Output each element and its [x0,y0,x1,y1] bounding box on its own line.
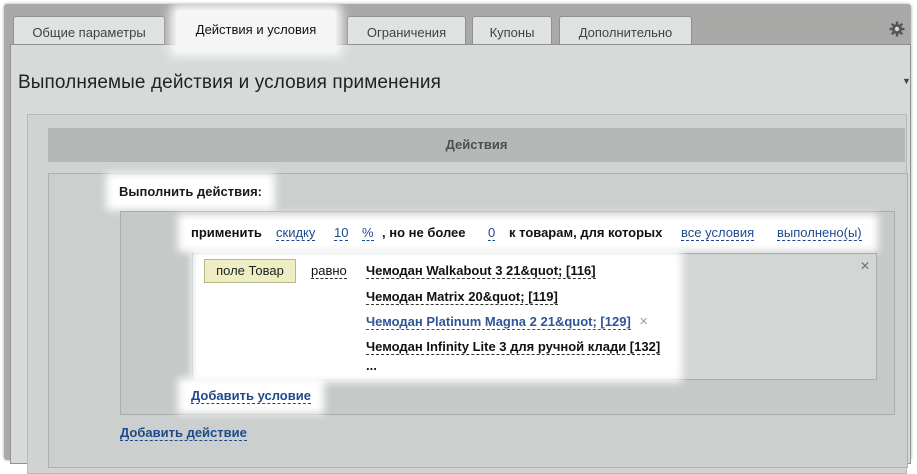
condition-operator-link[interactable]: равно [311,263,347,279]
rule-max-value-link[interactable]: 0 [488,225,496,241]
condition-value-item-highlighted[interactable]: Чемодан Platinum Magna 2 21&quot; [129] [366,314,631,330]
rule-scope-link[interactable]: все условия [681,225,755,241]
rule-apply-text: применить [191,225,262,240]
section-header-actions: Действия [48,128,905,162]
tab-bar: Общие параметры Действия и условия Огран… [4,4,911,50]
run-actions-label: Выполнить действия: [113,180,268,203]
gear-icon[interactable] [889,21,905,37]
rule-max-text: , но не более [382,225,466,240]
action-rule-line: применить скидку 10 % , но не более 0 к … [185,221,871,245]
rule-value-link[interactable]: 10 [334,225,349,241]
panel-title: Выполняемые действия и условия применени… [18,72,441,93]
add-condition-link[interactable]: Добавить условие [191,388,311,404]
remove-value-icon[interactable]: ✕ [639,315,648,328]
rule-type-link[interactable]: скидку [276,225,316,241]
condition-more-link[interactable]: ... [366,358,377,373]
tab-actions-conditions[interactable]: Действия и условия [176,10,336,50]
close-icon[interactable]: ✕ [860,259,870,273]
condition-value-item[interactable]: Чемодан Matrix 20&quot; [119] [366,289,558,305]
condition-field-button[interactable]: поле Товар [204,259,296,283]
add-action-link[interactable]: Добавить действие [120,425,247,441]
rule-state-link[interactable]: выполнено(ы) [777,225,862,241]
triangle-down-icon[interactable]: ▼ [902,76,911,86]
rule-unit-link[interactable]: % [362,225,374,241]
condition-value-item[interactable]: Чемодан Infinity Lite 3 для ручной клади… [366,339,661,355]
condition-value-item[interactable]: Чемодан Walkabout 3 21&quot; [116] [366,263,596,279]
rule-goods-text: к товарам, для которых [509,225,663,240]
